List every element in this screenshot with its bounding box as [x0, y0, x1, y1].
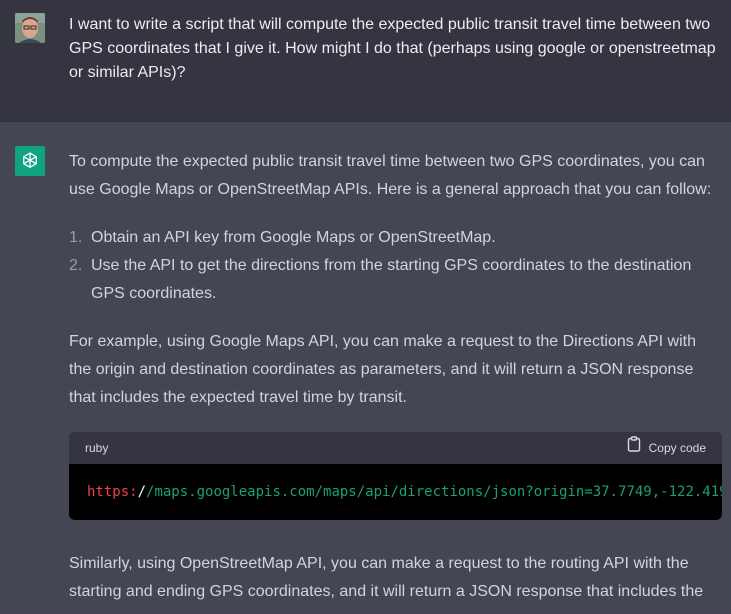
list-item-number: 2.	[69, 257, 83, 274]
code-token-slash: /	[137, 484, 147, 500]
list-item-number: 1.	[69, 229, 83, 246]
code-token-rest: /maps.googleapis.com/maps/api/directions…	[146, 484, 722, 500]
code-block: ruby Copy code https: //maps.googleapis.c…	[69, 432, 722, 520]
code-header: ruby Copy code	[69, 432, 722, 464]
copy-code-label: Copy code	[648, 441, 706, 455]
list-item: 2. Use the API to get the directions fro…	[69, 252, 722, 308]
user-message-text: I want to write a script that will compu…	[69, 16, 716, 81]
list-item: 1. Obtain an API key from Google Maps or…	[69, 224, 722, 252]
steps-list: 1. Obtain an API key from Google Maps or…	[69, 224, 722, 308]
assistant-message-row: To compute the expected public transit t…	[0, 122, 731, 614]
assistant-intro: To compute the expected public transit t…	[69, 153, 712, 198]
code-body[interactable]: https: //maps.googleapis.com/maps/api/dir…	[69, 464, 722, 520]
code-language-label: ruby	[85, 441, 109, 455]
copy-code-button[interactable]: Copy code	[627, 434, 706, 462]
list-item-text: Use the API to get the directions from t…	[91, 257, 692, 302]
list-item-text: Obtain an API key from Google Maps or Op…	[91, 229, 496, 246]
followup-paragraph: Similarly, using OpenStreetMap API, you …	[69, 555, 704, 600]
assistant-message-content: To compute the expected public transit t…	[69, 148, 722, 614]
code-token-scheme: https:	[87, 484, 138, 500]
user-avatar	[15, 13, 45, 43]
user-message-row: I want to write a script that will compu…	[0, 0, 731, 122]
clipboard-icon	[627, 434, 641, 462]
openai-logo-icon	[15, 146, 45, 176]
example-paragraph: For example, using Google Maps API, you …	[69, 333, 696, 406]
